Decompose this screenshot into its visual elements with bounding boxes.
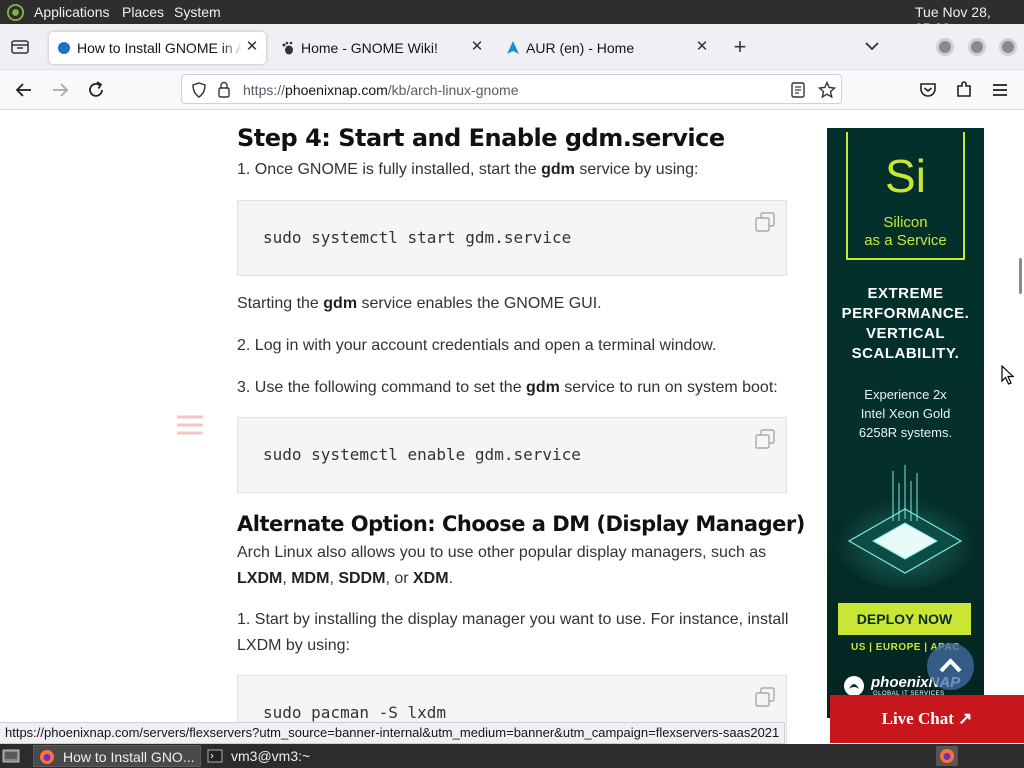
ad-si-frame: Si Silicon as a Service — [846, 132, 965, 260]
url-bar[interactable]: https://phoenixnap.com/kb/arch-linux-gno… — [181, 74, 842, 104]
page-content: Step 4: Start and Enable gdm.service 1. … — [0, 111, 1024, 768]
ad-chip-illustration — [835, 465, 975, 589]
show-desktop-icon[interactable] — [2, 748, 20, 764]
extensions-puzzle-icon[interactable] — [952, 78, 976, 102]
tab-gnome-wiki[interactable]: Home - GNOME Wiki! ✕ — [273, 32, 495, 64]
firefox-icon — [40, 750, 54, 764]
places-menu[interactable]: Places — [122, 4, 164, 20]
back-arrow-icon[interactable] — [12, 78, 36, 102]
alternate-option-heading: Alternate Option: Choose a DM (Display M… — [237, 512, 805, 536]
deploy-now-button[interactable]: DEPLOY NOW — [838, 603, 971, 635]
gnome-top-panel: Applications Places System Tue Nov 28, 0… — [0, 0, 1024, 36]
window-minimize-icon[interactable] — [936, 38, 954, 56]
taskbar-firefox-window[interactable]: How to Install GNO... — [33, 745, 201, 767]
firefox-tray-icon[interactable] — [936, 746, 958, 766]
url-text[interactable]: https://phoenixnap.com/kb/arch-linux-gno… — [243, 82, 519, 98]
lock-icon[interactable] — [217, 81, 231, 98]
taskbar-terminal-window[interactable]: vm3@vm3:~ — [203, 745, 353, 767]
paragraph-install-dm: 1. Start by installing the display manag… — [237, 611, 789, 654]
scroll-to-top-icon[interactable] — [927, 643, 974, 690]
code-text[interactable]: sudo pacman -S lxdm — [263, 703, 446, 722]
tab-title: AUR (en) - Home — [526, 40, 635, 56]
hamburger-menu-icon[interactable] — [988, 78, 1012, 102]
tab-gnome-install[interactable]: How to Install GNOME in Ar ✕ — [49, 32, 266, 64]
paragraph-start-gdm: 1. Once GNOME is fully installed, start … — [237, 161, 699, 178]
code-block: sudo systemctl start gdm.service — [237, 200, 787, 276]
close-tab-icon[interactable]: ✕ — [692, 37, 712, 57]
mouse-cursor-icon — [1001, 365, 1015, 385]
ad-headline: EXTREME PERFORMANCE. VERTICAL SCALABILITY. — [841, 285, 970, 362]
navigation-bar: https://phoenixnap.com/kb/arch-linux-gno… — [0, 70, 1024, 110]
live-chat-button[interactable]: Live Chat ↗ — [830, 695, 1024, 743]
new-tab-icon[interactable]: + — [730, 36, 750, 58]
gnome-foot-icon — [282, 41, 293, 55]
copy-icon[interactable] — [754, 211, 776, 233]
ad-si-symbol: Si — [885, 150, 926, 202]
taskbar-task-label: vm3@vm3:~ — [231, 748, 311, 764]
tab-aur-home[interactable]: AUR (en) - Home ✕ — [498, 32, 720, 64]
copy-icon[interactable] — [754, 686, 776, 708]
copy-icon[interactable] — [754, 428, 776, 450]
firefox-view-icon[interactable] — [11, 39, 29, 55]
tab-strip: How to Install GNOME in Ar ✕ Home - GNOM… — [0, 24, 1024, 70]
window-maximize-icon[interactable] — [968, 38, 986, 56]
close-tab-icon[interactable]: ✕ — [467, 37, 487, 57]
tab-title-fade — [221, 40, 243, 56]
bottom-taskbar: How to Install GNO... vm3@vm3:~ — [0, 744, 1024, 768]
terminal-icon — [207, 749, 223, 763]
distro-logo-icon[interactable] — [6, 3, 25, 22]
code-block: sudo systemctl enable gdm.service — [237, 417, 787, 493]
tab-title: Home - GNOME Wiki! — [301, 40, 438, 56]
code-text[interactable]: sudo systemctl start gdm.service — [263, 228, 571, 247]
paragraph-login: 2. Log in with your account credentials … — [237, 337, 717, 354]
close-tab-icon[interactable]: ✕ — [242, 37, 262, 57]
step4-heading: Step 4: Start and Enable gdm.service — [237, 124, 725, 152]
advertisement-banner[interactable]: Si Silicon as a Service EXTREME PERFORMANC… — [827, 128, 984, 718]
floating-toc-menu-icon[interactable] — [175, 413, 205, 439]
arch-linux-icon — [507, 41, 519, 54]
taskbar-task-label: How to Install GNO... — [63, 749, 195, 765]
code-text[interactable]: sudo systemctl enable gdm.service — [263, 445, 581, 464]
tracking-protection-shield-icon[interactable] — [191, 82, 207, 98]
tab-title: How to Install GNOME in Ar — [77, 40, 241, 56]
window-close-icon[interactable] — [999, 38, 1017, 56]
ad-description: Experience 2x Intel Xeon Gold 6258R system… — [858, 387, 953, 440]
forward-arrow-icon[interactable] — [48, 78, 72, 102]
ad-si-subtitle: Silicon as a Service — [864, 214, 947, 249]
phoenixnap-logo-icon — [844, 676, 864, 696]
paragraph-enable-gdm: 3. Use the following command to set the … — [237, 379, 778, 396]
link-status-bar: https://phoenixnap.com/servers/flexserve… — [0, 722, 786, 744]
paragraph-gdm-gui: Starting the gdm service enables the GNO… — [237, 295, 602, 312]
reader-view-icon[interactable] — [791, 82, 805, 98]
tab-list-chevron-icon[interactable] — [864, 40, 880, 52]
pocket-icon[interactable] — [916, 78, 940, 102]
paragraph-display-managers: Arch Linux also allows you to use other … — [237, 544, 767, 587]
reload-icon[interactable] — [84, 78, 108, 102]
system-menu[interactable]: System — [174, 4, 221, 20]
phoenixnap-icon — [58, 42, 70, 54]
bookmark-star-icon[interactable] — [818, 81, 836, 99]
applications-menu[interactable]: Applications — [34, 4, 110, 20]
page-scrollbar-thumb[interactable] — [1019, 258, 1022, 294]
